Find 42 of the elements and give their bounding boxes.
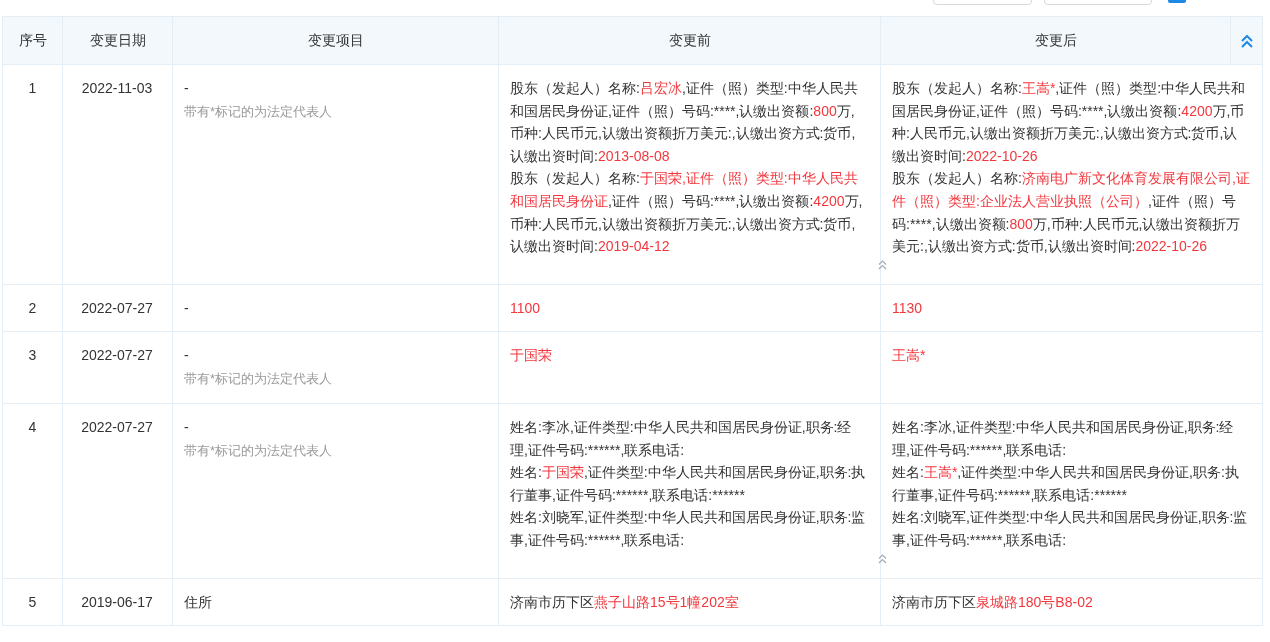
row-number: 3 [2, 331, 63, 404]
column-header: 变更日期 [62, 16, 173, 65]
legal-rep-note: 带有*标记的为法定代表人 [184, 441, 334, 460]
change-text: 股东（发起人）名称:王嵩*,证件（照）类型:中华人民共和国居民身份证,证件（照）号码:****,认缴出资额:4200万,币种:人民币元,认缴出资额折万美元:,认缴出资方式:货币,认缴出资时间:2022-10-26 [892, 79, 1247, 166]
change-text: 济南市历下区泉城路180号B8-02 [892, 592, 1094, 612]
change-text: 姓名:刘晓军,证件类型:中华人民共和国居民身份证,职务:监事,证件号码:******,联系电话: [892, 508, 1249, 550]
date-cell: 2022-07-27 [62, 331, 173, 404]
item-text: - [184, 298, 190, 318]
item-text: - [184, 79, 190, 98]
change-text: 姓名:李冰,证件类型:中华人民共和国居民身份证,职务:经理,证件号码:******,联系电话: [892, 417, 1235, 460]
column-header: 变更前 [498, 16, 881, 65]
row-number: 2 [2, 284, 63, 332]
date-cell: 2022-07-27 [62, 403, 173, 578]
item-text: - [184, 346, 190, 366]
change-text: 姓名:刘晓军,证件类型:中华人民共和国居民身份证,职务:监事,证件号码:******,联系电话: [510, 508, 867, 550]
column-header: 序号 [2, 16, 63, 65]
change-text: 姓名:于国荣,证件类型:中华人民共和国居民身份证,职务:执 行董事,证件号码:******,联系电话:****** [510, 463, 867, 505]
legal-rep-note: 带有*标记的为法定代表人 [184, 102, 334, 121]
item-text: - [184, 417, 190, 437]
change-text: 1100 [510, 298, 542, 318]
collapse-icon[interactable] [878, 553, 887, 564]
date-cell: 2022-11-03 [62, 64, 173, 285]
column-header: 变更后 [880, 16, 1231, 65]
change-text: 股东（发起人）名称:济南电广新文化体育发展有限公司,证件（照）类型:企业法人营业执照（公司）,证件（照）号码:****,认缴出资额:800万,币种:人民币元,认缴出资额折万美元:,认缴出资方式:货币,认缴出资时间:2022-10-26 [892, 169, 1250, 257]
collapse-all-icon[interactable] [1240, 35, 1253, 48]
change-text: 济南市历下区燕子山路15号1幢202室 [510, 592, 740, 612]
item-text: 住所 [184, 592, 213, 612]
change-text: 股东（发起人）名称:吕宏冰,证件（照）类型:中华人民共和国居民身份证,证件（照）号码:****,认缴出资额:800万,币种:人民币元,认缴出资额折万美元:,认缴出资方式:货币,认缴出资时间:2013-08-08 [510, 79, 859, 166]
date-cell: 2019-06-17 [62, 578, 173, 626]
column-header: 变更项目 [172, 16, 499, 65]
change-text: 股东（发起人）名称:于国荣,证件（照）类型:中华人民共和国居民身份证,证件（照）号码:****,认缴出资额:4200万,币种:人民币元,认缴出资额折万美元:,认缴出资方式:货币,认缴出资时间:2019-04-12 [510, 169, 864, 257]
change-text: 姓名:李冰,证件类型:中华人民共和国居民身份证,职务:经理,证件号码:******,联系电话: [510, 417, 853, 460]
change-text: 于国荣 [510, 346, 553, 366]
row-number: 1 [2, 64, 63, 285]
row-number: 4 [2, 403, 63, 578]
date-cell: 2022-07-27 [62, 284, 173, 332]
collapse-icon[interactable] [878, 259, 887, 270]
change-text: 1130 [892, 298, 924, 318]
change-text: 姓名:王嵩*,证件类型:中华人民共和国居民身份证,职务:执 行董事,证件号码:******,联系电话:****** [892, 463, 1240, 505]
change-text: 王嵩* [892, 346, 927, 366]
legal-rep-note: 带有*标记的为法定代表人 [184, 369, 334, 388]
row-number: 5 [2, 578, 63, 626]
